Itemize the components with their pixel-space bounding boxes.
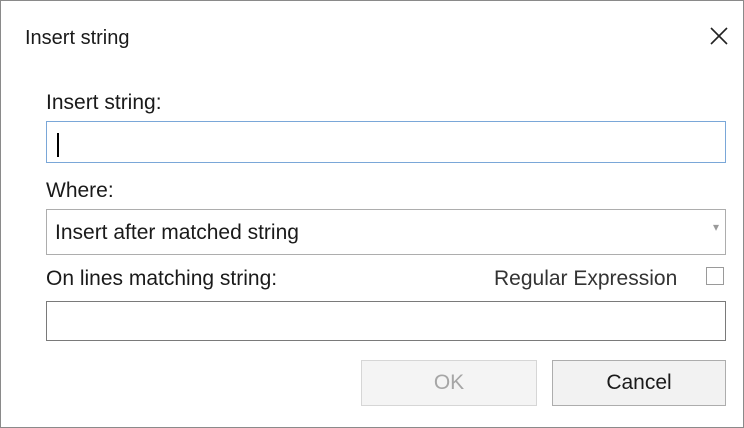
dialog-title: Insert string: [25, 27, 130, 49]
ok-button[interactable]: OK: [361, 360, 537, 406]
insert-string-dialog: Insert string Insert string: Where: Inse…: [0, 0, 744, 428]
where-selected-value: Insert after matched string: [55, 221, 299, 244]
cancel-button[interactable]: Cancel: [552, 360, 726, 406]
regex-label: Regular Expression: [494, 267, 678, 290]
insert-string-input[interactable]: [46, 121, 726, 163]
text-caret: [57, 133, 59, 157]
chevron-down-icon: ▾: [712, 220, 719, 234]
matching-string-label: On lines matching string:: [46, 267, 278, 290]
title-bar: Insert string: [1, 1, 743, 77]
close-button[interactable]: [701, 21, 737, 51]
where-dropdown[interactable]: Insert after matched string ▾: [46, 209, 726, 255]
regex-checkbox[interactable]: [706, 267, 724, 285]
where-label: Where:: [46, 179, 114, 202]
matching-string-input[interactable]: [46, 301, 726, 341]
close-icon: [710, 27, 728, 45]
insert-string-label: Insert string:: [46, 91, 162, 114]
